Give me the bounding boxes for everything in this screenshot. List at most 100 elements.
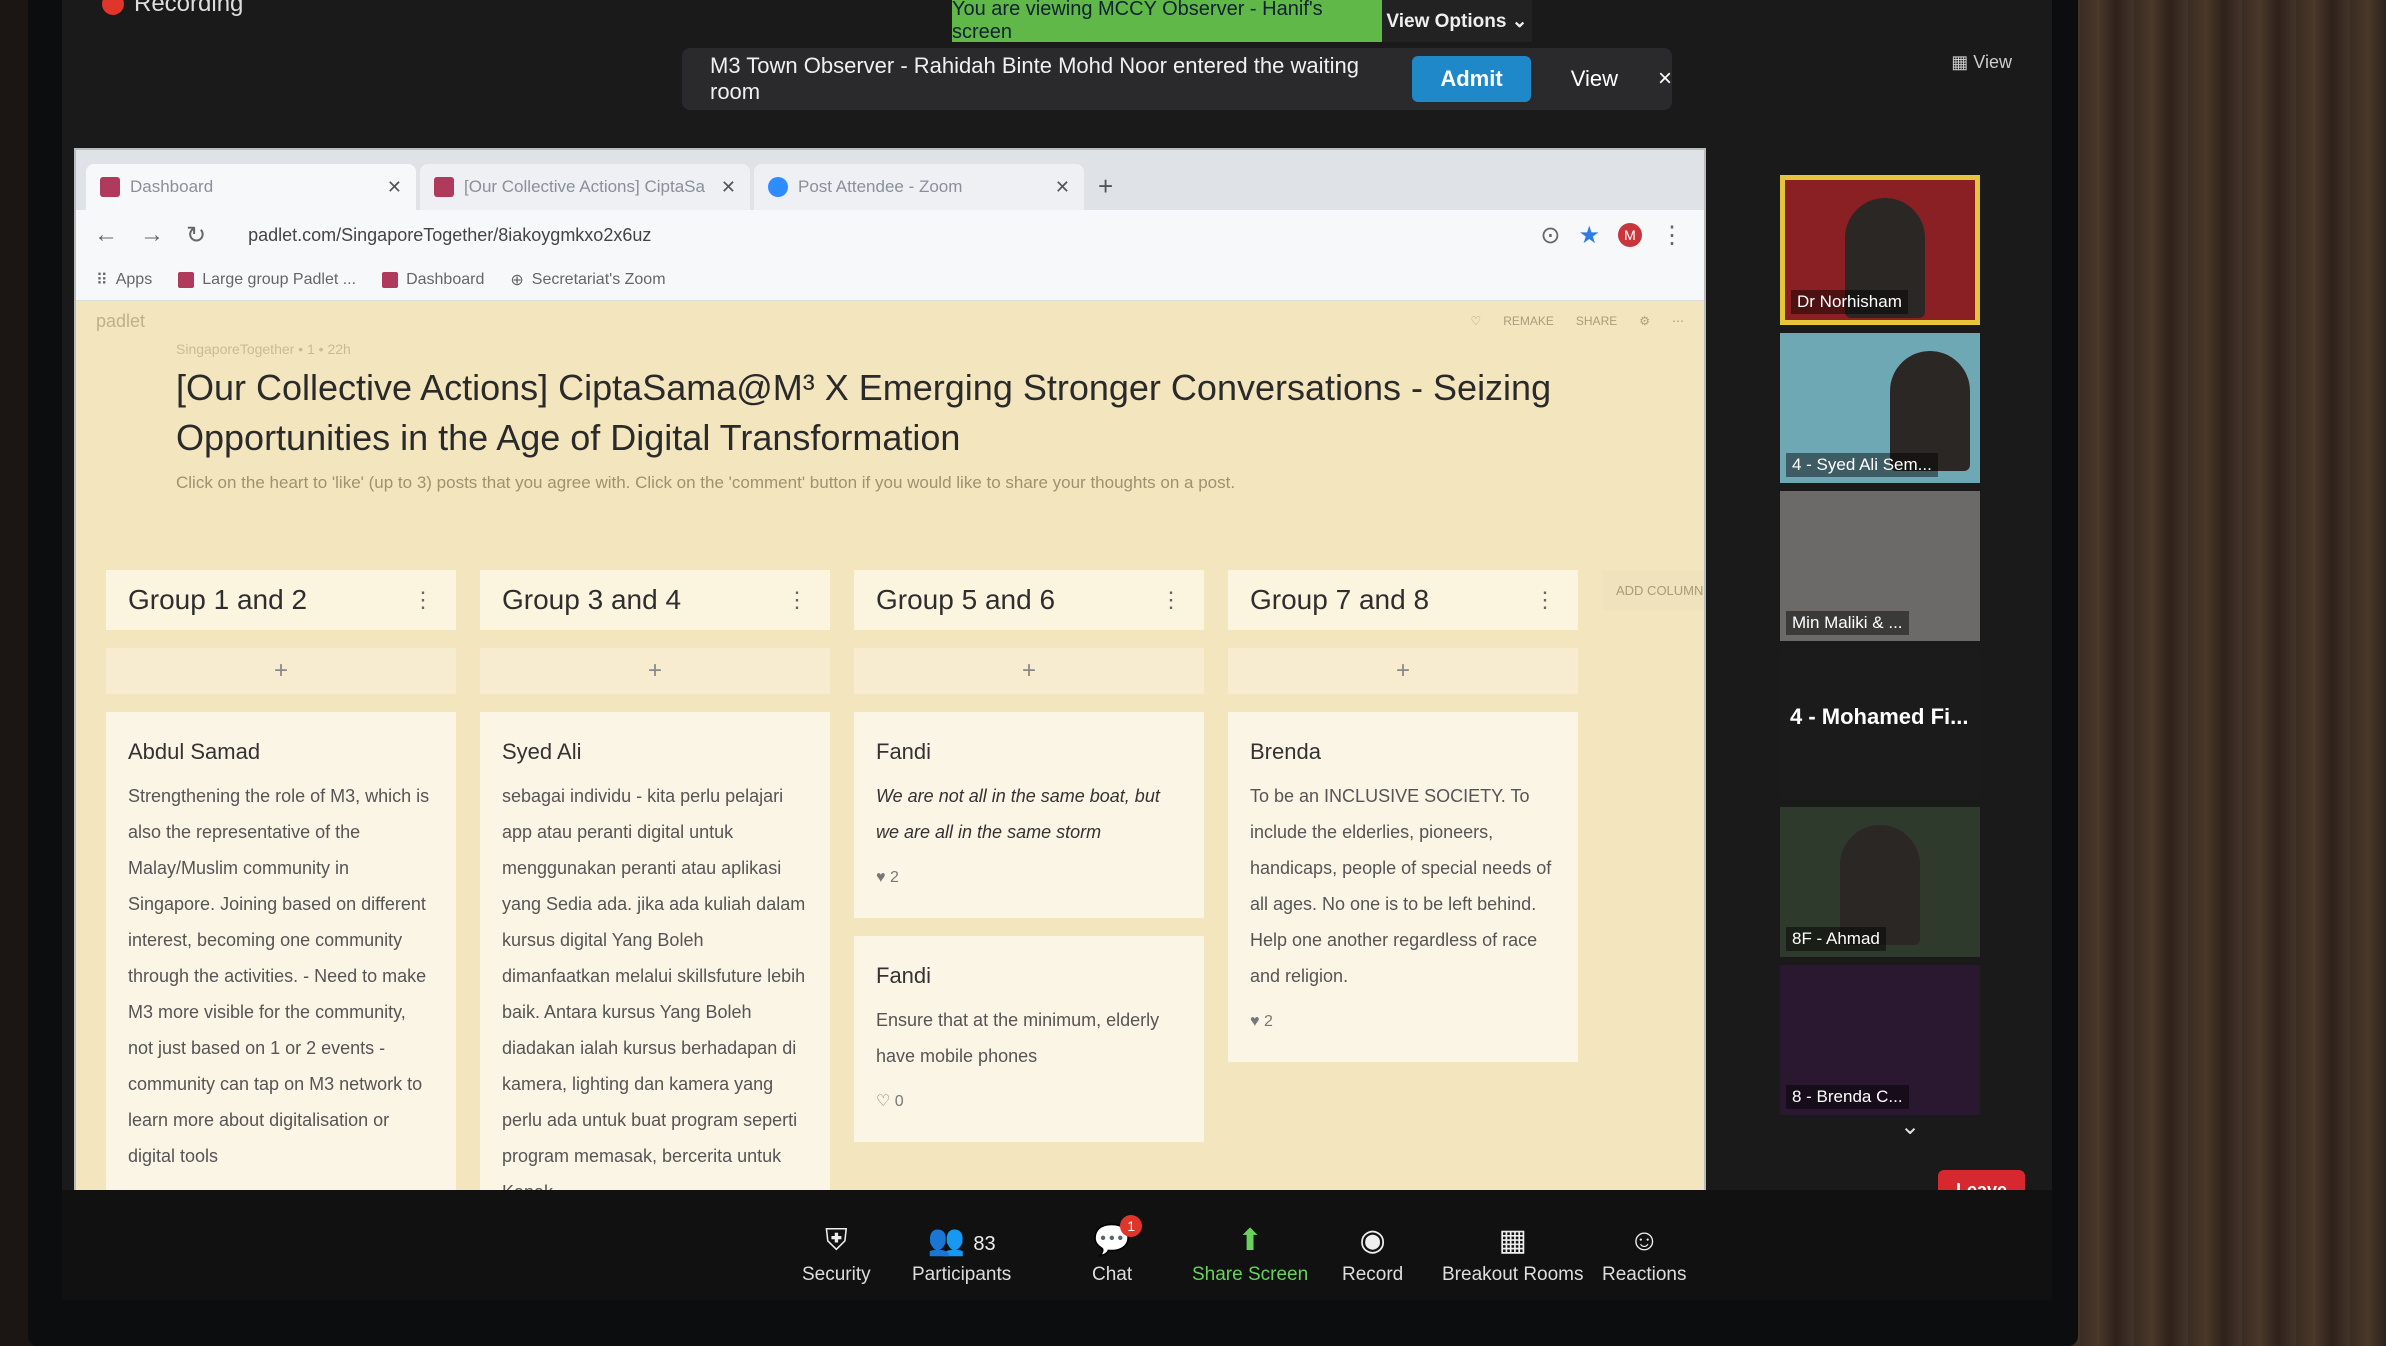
smiley-icon: ☺: [1628, 1224, 1660, 1257]
close-tab-icon[interactable]: ✕: [387, 177, 402, 198]
chat-icon: 💬 1: [1092, 1215, 1143, 1258]
profile-avatar[interactable]: M: [1618, 223, 1642, 247]
reload-icon[interactable]: ↻: [186, 221, 206, 250]
post-card[interactable]: Fandi We are not all in the same boat, b…: [854, 712, 1204, 918]
post-card[interactable]: Brenda To be an INCLUSIVE SOCIETY. To in…: [1228, 712, 1578, 1062]
record-label: Record: [1342, 1264, 1404, 1285]
close-tab-icon[interactable]: ✕: [1055, 177, 1070, 198]
share-screen-button[interactable]: ⬆ Share Screen: [1192, 1223, 1308, 1286]
padlet-icon: [178, 272, 195, 288]
post-body: To be an INCLUSIVE SOCIETY. To include t…: [1250, 786, 1552, 986]
share-button[interactable]: SHARE: [1576, 314, 1617, 328]
tab-zoom[interactable]: Post Attendee - Zoom ✕: [754, 164, 1084, 210]
view-options-button[interactable]: View Options ⌄: [1382, 0, 1532, 42]
grid-view-label: View: [1973, 52, 2012, 72]
close-tab-icon[interactable]: ✕: [721, 177, 736, 198]
padlet-icon: [382, 272, 399, 288]
post-card[interactable]: Abdul Samad Strengthening the role of M3…: [106, 712, 456, 1196]
column-header: Group 3 and 4 ⋮: [480, 570, 830, 630]
participant-tile[interactable]: 4 - Syed Ali Sem...: [1780, 333, 1980, 483]
post-card[interactable]: Fandi Ensure that at the minimum, elderl…: [854, 936, 1204, 1142]
tab-title: Dashboard: [130, 177, 214, 196]
padlet-logo[interactable]: padlet: [96, 311, 145, 332]
padlet-favicon-icon: [100, 177, 120, 197]
bookmark-star-icon[interactable]: ★: [1578, 221, 1600, 250]
toolbar-right: ⊙ ★ M ⋮: [1540, 221, 1704, 250]
page-title: [Our Collective Actions] CiptaSama@M³ X …: [176, 367, 1552, 458]
reactions-label: Reactions: [1602, 1264, 1687, 1285]
participant-name: 8 - Brenda C...: [1786, 1085, 1909, 1109]
chevron-down-icon[interactable]: ⌄: [1900, 1112, 1920, 1141]
participant-tile[interactable]: 8 - Brenda C...: [1780, 965, 1980, 1115]
participants-button[interactable]: 👥 83 Participants: [912, 1223, 1011, 1286]
chat-button[interactable]: 💬 1 Chat: [1092, 1215, 1143, 1286]
admit-button[interactable]: Admit: [1412, 56, 1531, 102]
globe-icon: ⊕: [510, 272, 524, 289]
post-body: We are not all in the same boat, but we …: [876, 786, 1160, 842]
add-post-button[interactable]: +: [480, 648, 830, 694]
participant-tile[interactable]: Min Maliki & ...: [1780, 491, 1980, 641]
breakout-label: Breakout Rooms: [1442, 1264, 1584, 1285]
tab-title: [Our Collective Actions] CiptaSa: [464, 177, 705, 196]
tab-title: Post Attendee - Zoom: [798, 177, 963, 196]
add-column-button[interactable]: ADD COLUMN: [1602, 570, 1704, 610]
bookmark-secretariat-zoom[interactable]: ⊕ Secretariat's Zoom: [510, 270, 665, 290]
bookmark-dashboard[interactable]: Dashboard: [382, 271, 484, 289]
participants-label: Participants: [912, 1264, 1012, 1285]
new-tab-icon[interactable]: +: [1088, 171, 1123, 210]
post-body: sebagai individu - kita perlu pelajari a…: [502, 786, 806, 1202]
post-likes[interactable]: ♥ 2: [876, 860, 1182, 896]
breakout-rooms-button[interactable]: ▦ Breakout Rooms: [1442, 1223, 1584, 1286]
post-author: Fandi: [876, 739, 932, 764]
column-title: Group 3 and 4: [502, 584, 682, 615]
post-author: Fandi: [876, 963, 932, 988]
chat-badge: 1: [1120, 1215, 1143, 1237]
back-icon[interactable]: ←: [94, 221, 118, 249]
remake-button[interactable]: REMAKE: [1503, 314, 1554, 328]
add-post-button[interactable]: +: [854, 648, 1204, 694]
column-menu-icon[interactable]: ⋮: [1160, 587, 1182, 613]
bookmark-label: Dashboard: [406, 271, 485, 288]
forward-icon[interactable]: →: [140, 221, 164, 249]
padlet-header: padlet ♡ REMAKE SHARE ⚙ ⋯: [76, 301, 1704, 341]
add-post-button[interactable]: +: [106, 648, 456, 694]
post-card[interactable]: Syed Ali sebagai individu - kita perlu p…: [480, 712, 830, 1232]
zoom-toolbar: ⛨ Security 👥 83 Participants 💬 1 Chat ⬆ Share…: [62, 1190, 2052, 1300]
address-bar[interactable]: padlet.com/SingaporeTogether/8iakoygmkxo…: [248, 225, 651, 246]
bookmark-apps[interactable]: ⠿ Apps: [96, 270, 152, 290]
participant-name: 4 - Mohamed Fi...: [1790, 704, 1969, 729]
participant-name: 8F - Ahmad: [1786, 927, 1886, 951]
tab-collective-actions[interactable]: [Our Collective Actions] CiptaSa ✕: [420, 164, 750, 210]
menu-icon[interactable]: ⋮: [1660, 221, 1684, 250]
column-menu-icon[interactable]: ⋮: [412, 587, 434, 613]
grid-view-button[interactable]: ▦ View: [1951, 52, 2012, 73]
participant-tile[interactable]: Dr Norhisham: [1780, 175, 1980, 325]
participant-tile[interactable]: 4 - Mohamed Fi...: [1780, 649, 1980, 799]
reactions-button[interactable]: ☺ Reactions: [1602, 1224, 1687, 1286]
close-icon[interactable]: ×: [1658, 65, 1672, 93]
column-menu-icon[interactable]: ⋮: [786, 587, 808, 613]
participant-tile[interactable]: 8F - Ahmad: [1780, 807, 1980, 957]
bookmark-label: Large group Padlet ...: [202, 271, 357, 288]
settings-gear-icon[interactable]: ⚙: [1639, 314, 1650, 328]
column-title: Group 7 and 8: [1250, 584, 1430, 615]
chat-label: Chat: [1092, 1264, 1133, 1285]
tab-dashboard[interactable]: Dashboard ✕: [86, 164, 416, 210]
column-title: Group 5 and 6: [876, 584, 1056, 615]
security-button[interactable]: ⛨ Security: [802, 1224, 871, 1286]
padlet-meta: SingaporeTogether • 1 • 22h: [176, 341, 351, 357]
more-icon[interactable]: ⋯: [1672, 314, 1684, 328]
location-icon[interactable]: ⊙: [1540, 221, 1560, 250]
bookmark-large-group-padlet[interactable]: Large group Padlet ...: [178, 271, 356, 289]
column-menu-icon[interactable]: ⋮: [1534, 587, 1556, 613]
page-subtitle: Click on the heart to 'like' (up to 3) p…: [176, 473, 1236, 492]
post-likes[interactable]: ♥ 2: [1250, 1004, 1556, 1040]
add-post-button[interactable]: +: [1228, 648, 1578, 694]
background-curtain: [2026, 0, 2386, 1346]
like-icon[interactable]: ♡: [1470, 314, 1481, 328]
column-group-1-2: Group 1 and 2 ⋮ + Abdul Samad Strengtheni…: [106, 570, 456, 1232]
post-likes[interactable]: ♡ 0: [876, 1084, 1182, 1120]
view-button[interactable]: View: [1551, 56, 1638, 102]
participant-name: Min Maliki & ...: [1786, 611, 1909, 635]
record-button[interactable]: ◉ Record: [1342, 1223, 1403, 1286]
